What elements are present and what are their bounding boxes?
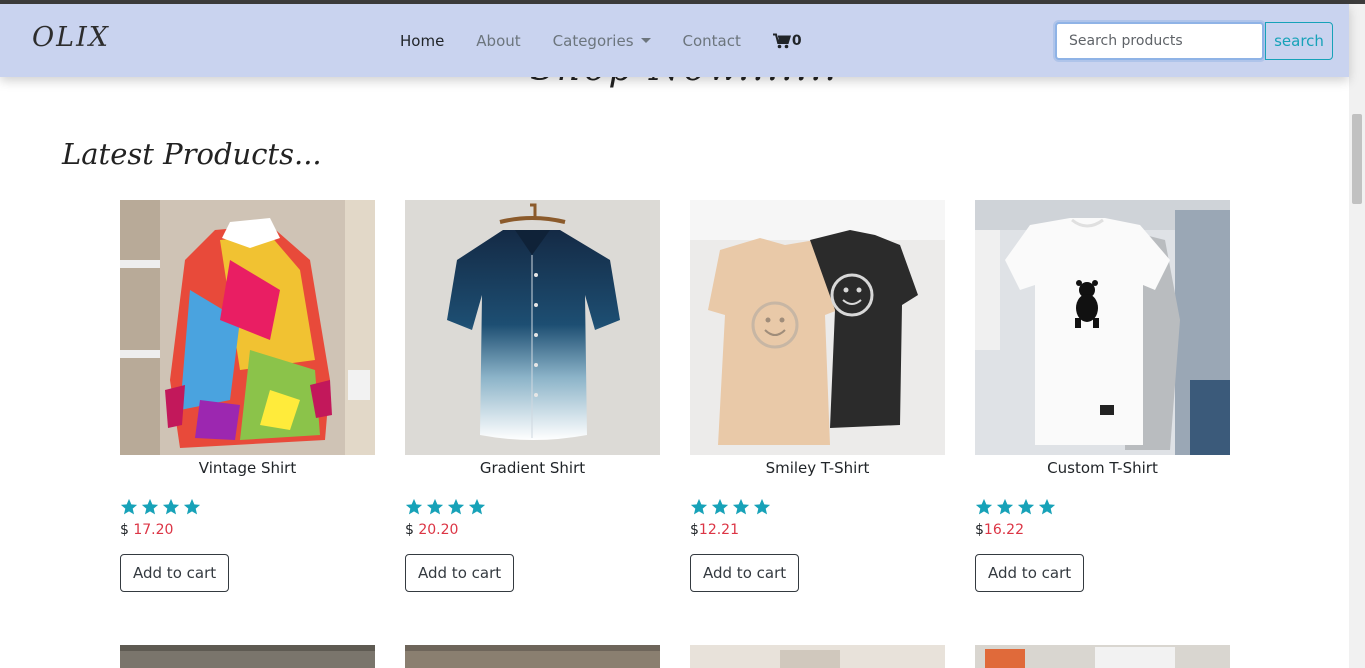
star-icon xyxy=(141,498,159,515)
nav-links: Home About Categories Contact 0 xyxy=(400,32,802,50)
add-to-cart-button[interactable]: Add to cart xyxy=(120,554,230,592)
rating-stars xyxy=(120,498,375,518)
star-icon xyxy=(405,498,423,515)
currency-symbol: $ xyxy=(690,522,699,538)
product-image-partial[interactable] xyxy=(690,645,945,668)
star-icon xyxy=(996,498,1014,515)
product-title[interactable]: Custom T-Shirt xyxy=(975,459,1230,481)
nav-about[interactable]: About xyxy=(476,32,520,50)
star-icon xyxy=(690,498,708,515)
star-icon xyxy=(975,498,993,515)
scrollbar-thumb[interactable] xyxy=(1352,114,1362,204)
product-image-partial[interactable] xyxy=(405,645,660,668)
search-button[interactable]: search xyxy=(1265,22,1333,60)
product-price: $ 20.20 xyxy=(405,522,660,538)
add-to-cart-button[interactable]: Add to cart xyxy=(405,554,515,592)
product-price: $16.22 xyxy=(975,522,1230,538)
cart-link[interactable]: 0 xyxy=(772,33,802,49)
cart-count: 0 xyxy=(791,33,802,49)
vertical-scrollbar[interactable] xyxy=(1349,4,1365,668)
product-image[interactable] xyxy=(690,200,945,455)
price-value: 20.20 xyxy=(418,522,459,538)
star-icon xyxy=(753,498,771,515)
currency-symbol: $ xyxy=(975,522,984,538)
product-image[interactable] xyxy=(405,200,660,455)
price-value: 17.20 xyxy=(133,522,174,538)
rating-stars xyxy=(690,498,945,518)
search-input[interactable] xyxy=(1055,22,1264,60)
currency-symbol: $ xyxy=(405,522,419,538)
star-icon xyxy=(732,498,750,515)
shopping-cart-icon xyxy=(772,33,791,49)
rating-stars xyxy=(975,498,1230,518)
product-title[interactable]: Gradient Shirt xyxy=(405,459,660,481)
product-image[interactable] xyxy=(120,200,375,455)
star-icon xyxy=(183,498,201,515)
navbar: OLIX Home About Categories Contact 0 sea… xyxy=(0,4,1349,77)
product-card: Smiley T-Shirt $12.21 Add to cart xyxy=(690,200,945,592)
product-card: Vintage Shirt $ 17.20 Add to cart xyxy=(120,200,375,592)
product-title[interactable]: Smiley T-Shirt xyxy=(690,459,945,481)
nav-categories-dropdown[interactable]: Categories xyxy=(553,32,651,50)
nav-home[interactable]: Home xyxy=(400,32,444,50)
add-to-cart-button[interactable]: Add to cart xyxy=(690,554,800,592)
star-icon xyxy=(162,498,180,515)
star-icon xyxy=(447,498,465,515)
star-icon xyxy=(711,498,729,515)
star-icon xyxy=(1017,498,1035,515)
star-icon xyxy=(1038,498,1056,515)
price-value: 16.22 xyxy=(983,522,1025,538)
star-icon xyxy=(426,498,444,515)
star-icon xyxy=(468,498,486,515)
product-title[interactable]: Vintage Shirt xyxy=(120,459,375,481)
currency-symbol: $ xyxy=(120,522,134,538)
price-value: 12.21 xyxy=(698,522,740,538)
add-to-cart-button[interactable]: Add to cart xyxy=(975,554,1085,592)
nav-contact[interactable]: Contact xyxy=(683,32,741,50)
section-title: Latest Products... xyxy=(62,137,322,171)
product-price: $12.21 xyxy=(690,522,945,538)
product-card: Custom T-Shirt $16.22 Add to cart xyxy=(975,200,1230,592)
nav-categories-label: Categories xyxy=(552,32,634,50)
caret-down-icon xyxy=(640,38,651,43)
star-icon xyxy=(120,498,138,515)
product-card: Gradient Shirt $ 20.20 Add to cart xyxy=(405,200,660,592)
product-image-partial[interactable] xyxy=(975,645,1230,668)
product-price: $ 17.20 xyxy=(120,522,375,538)
brand-logo[interactable]: OLIX xyxy=(32,22,110,53)
product-image-partial[interactable] xyxy=(120,645,375,668)
rating-stars xyxy=(405,498,660,518)
product-image[interactable] xyxy=(975,200,1230,455)
